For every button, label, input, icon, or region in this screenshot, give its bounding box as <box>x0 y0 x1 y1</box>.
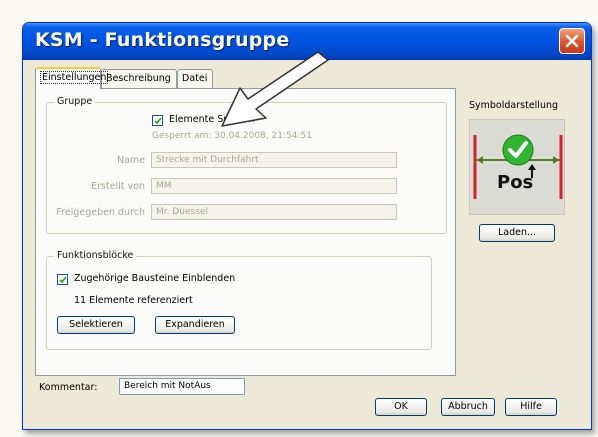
pointer-arrow-icon <box>221 51 329 127</box>
